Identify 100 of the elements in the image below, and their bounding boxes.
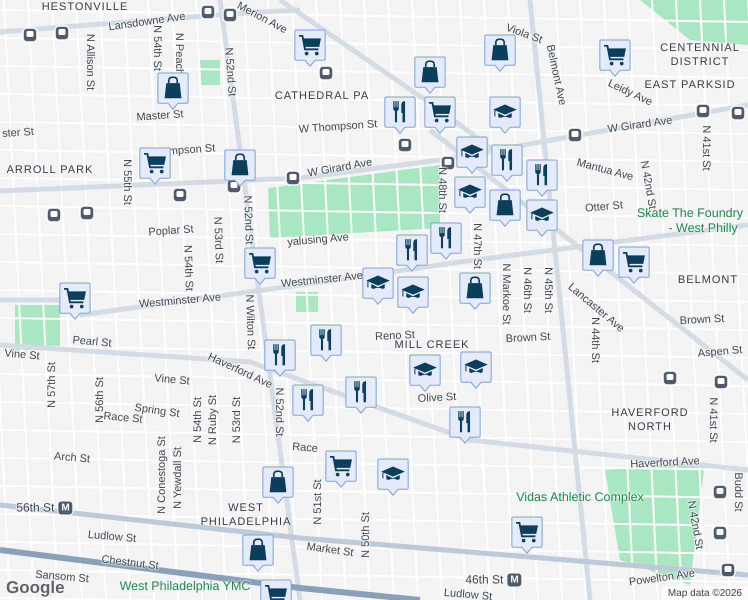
- tram-stop-icon[interactable]: [712, 484, 728, 500]
- street-label: N 53rd St: [211, 216, 225, 264]
- tram-stop-icon[interactable]: [46, 207, 62, 223]
- shopping-cart-icon[interactable]: [424, 96, 456, 135]
- street-label: N 44th St: [589, 317, 602, 363]
- street-label: Brown St: [505, 330, 551, 346]
- graduation-cap-icon[interactable]: [454, 176, 486, 215]
- shopping-bag-icon[interactable]: [459, 272, 491, 311]
- fork-knife-icon[interactable]: [310, 324, 342, 363]
- street-label: Budd St: [732, 472, 744, 512]
- tram-stop-icon[interactable]: [397, 137, 413, 153]
- street-label: N 45th St: [542, 267, 554, 313]
- neighborhood-label: NORTH: [628, 420, 672, 434]
- tram-stop-icon[interactable]: [567, 127, 583, 143]
- tram-stop-icon[interactable]: [79, 205, 95, 221]
- street-label: Otter St: [584, 199, 624, 215]
- neighborhood-label: ARROLL PARK: [6, 164, 94, 176]
- shopping-bag-icon[interactable]: [582, 239, 614, 278]
- street-label: N Yewdall St: [172, 447, 184, 509]
- tram-stop-icon[interactable]: [662, 370, 678, 386]
- street-label: N 41st St: [706, 397, 720, 443]
- tram-stop-icon[interactable]: [200, 4, 216, 20]
- tram-stop-icon[interactable]: [172, 187, 188, 203]
- graduation-cap-icon[interactable]: [409, 354, 441, 393]
- shopping-cart-icon[interactable]: [244, 247, 276, 286]
- tram-stop-icon[interactable]: [285, 170, 301, 186]
- street-label: W Thompson St: [298, 118, 378, 136]
- street-label: Pearl St: [72, 334, 112, 350]
- graduation-cap-icon[interactable]: [377, 458, 409, 497]
- graduation-cap-icon[interactable]: [526, 199, 558, 238]
- street-label: N 52nd St: [222, 47, 238, 97]
- street-label: Brown St: [679, 312, 725, 328]
- street-label: Olive St: [417, 390, 457, 406]
- tram-stop-icon[interactable]: [730, 105, 746, 121]
- street-label: N Wilton St: [243, 294, 257, 350]
- street-label: N 53rd St: [230, 396, 244, 444]
- fork-knife-icon[interactable]: [430, 222, 462, 261]
- shopping-bag-icon[interactable]: [414, 56, 446, 95]
- street-label: Arch St: [54, 450, 90, 466]
- neighborhood-label: HESTONVILLE: [42, 0, 128, 14]
- street-label: W Girard Ave: [606, 114, 674, 136]
- tram-stop-icon[interactable]: [695, 103, 711, 119]
- shopping-bag-icon[interactable]: [262, 466, 294, 505]
- shopping-cart-icon[interactable]: [599, 39, 631, 78]
- graduation-cap-icon[interactable]: [460, 351, 492, 390]
- place-label: Vidas Athletic Complex: [516, 491, 644, 505]
- fork-knife-icon[interactable]: [449, 406, 481, 445]
- graduation-cap-icon[interactable]: [397, 276, 429, 315]
- fork-knife-icon[interactable]: [345, 376, 377, 415]
- tram-stop-icon[interactable]: [54, 25, 70, 41]
- street-label: N 47th St: [470, 223, 484, 269]
- map[interactable]: [0, 0, 748, 600]
- street-label: Westminster Ave: [138, 291, 222, 311]
- graduation-cap-icon[interactable]: [456, 136, 488, 175]
- street-label: yalusing Ave: [286, 231, 350, 249]
- neighborhood-label: CENTENNIAL: [660, 42, 740, 54]
- street-label: Haverford Ave: [630, 455, 700, 471]
- street-label: N 57th St: [46, 362, 58, 408]
- place-label: Skate The Foundry: [636, 207, 744, 221]
- tram-stop-icon[interactable]: [713, 374, 729, 390]
- street-label: Ludlow St: [443, 586, 493, 600]
- street-label: N 54th St: [181, 244, 195, 292]
- shopping-cart-icon[interactable]: [325, 450, 357, 489]
- fork-knife-icon[interactable]: [526, 159, 558, 198]
- street-label: N 48th St: [436, 167, 448, 213]
- street-label: Belmont Ave: [544, 44, 568, 106]
- street-label: Westminster Ave: [280, 270, 364, 290]
- graduation-cap-icon[interactable]: [362, 267, 394, 306]
- shopping-cart-icon[interactable]: [618, 246, 650, 285]
- street-label: N Conestoga St: [156, 436, 168, 514]
- neighborhood-label: HAVERFORD: [611, 406, 689, 420]
- street-label: Viola St: [504, 22, 544, 46]
- place-label: - West Philly: [668, 222, 738, 236]
- neighborhood-label: MILL CREEK: [394, 338, 470, 352]
- street-label: ster St: [2, 126, 34, 140]
- street-label: N Allison St: [84, 34, 96, 90]
- street-label: Poplar St: [148, 223, 194, 239]
- fork-knife-icon[interactable]: [292, 384, 324, 423]
- fork-knife-icon[interactable]: [491, 144, 523, 183]
- neighborhood-label: BELMONT: [678, 274, 738, 286]
- graduation-cap-icon[interactable]: [489, 96, 521, 135]
- shopping-cart-icon[interactable]: [294, 29, 326, 68]
- shopping-cart-icon[interactable]: [59, 282, 91, 321]
- street-label: N 41st St: [700, 125, 712, 171]
- street-label: Race: [292, 440, 318, 456]
- neighborhood-label: DISTRICT: [670, 56, 730, 68]
- shopping-bag-icon[interactable]: [157, 72, 189, 111]
- neighborhood-label: CATHEDRAL PA: [274, 90, 370, 102]
- street-label: N Markoe St: [500, 263, 512, 325]
- tram-stop-icon[interactable]: [222, 7, 238, 23]
- tram-stop-icon[interactable]: [318, 65, 334, 81]
- street-label: N Ruby St: [206, 394, 220, 446]
- street-label: N 54th St: [192, 397, 204, 443]
- fork-knife-icon[interactable]: [384, 96, 416, 135]
- tram-stop-icon[interactable]: [22, 27, 38, 43]
- neighborhood-label: EAST PARKSID: [644, 78, 736, 92]
- shopping-bag-icon[interactable]: [489, 189, 521, 228]
- place-label: West Philadelphia YMC: [120, 580, 250, 594]
- attribution-text: Map data ©2026: [662, 587, 748, 600]
- street-label: N 55th St: [120, 159, 134, 205]
